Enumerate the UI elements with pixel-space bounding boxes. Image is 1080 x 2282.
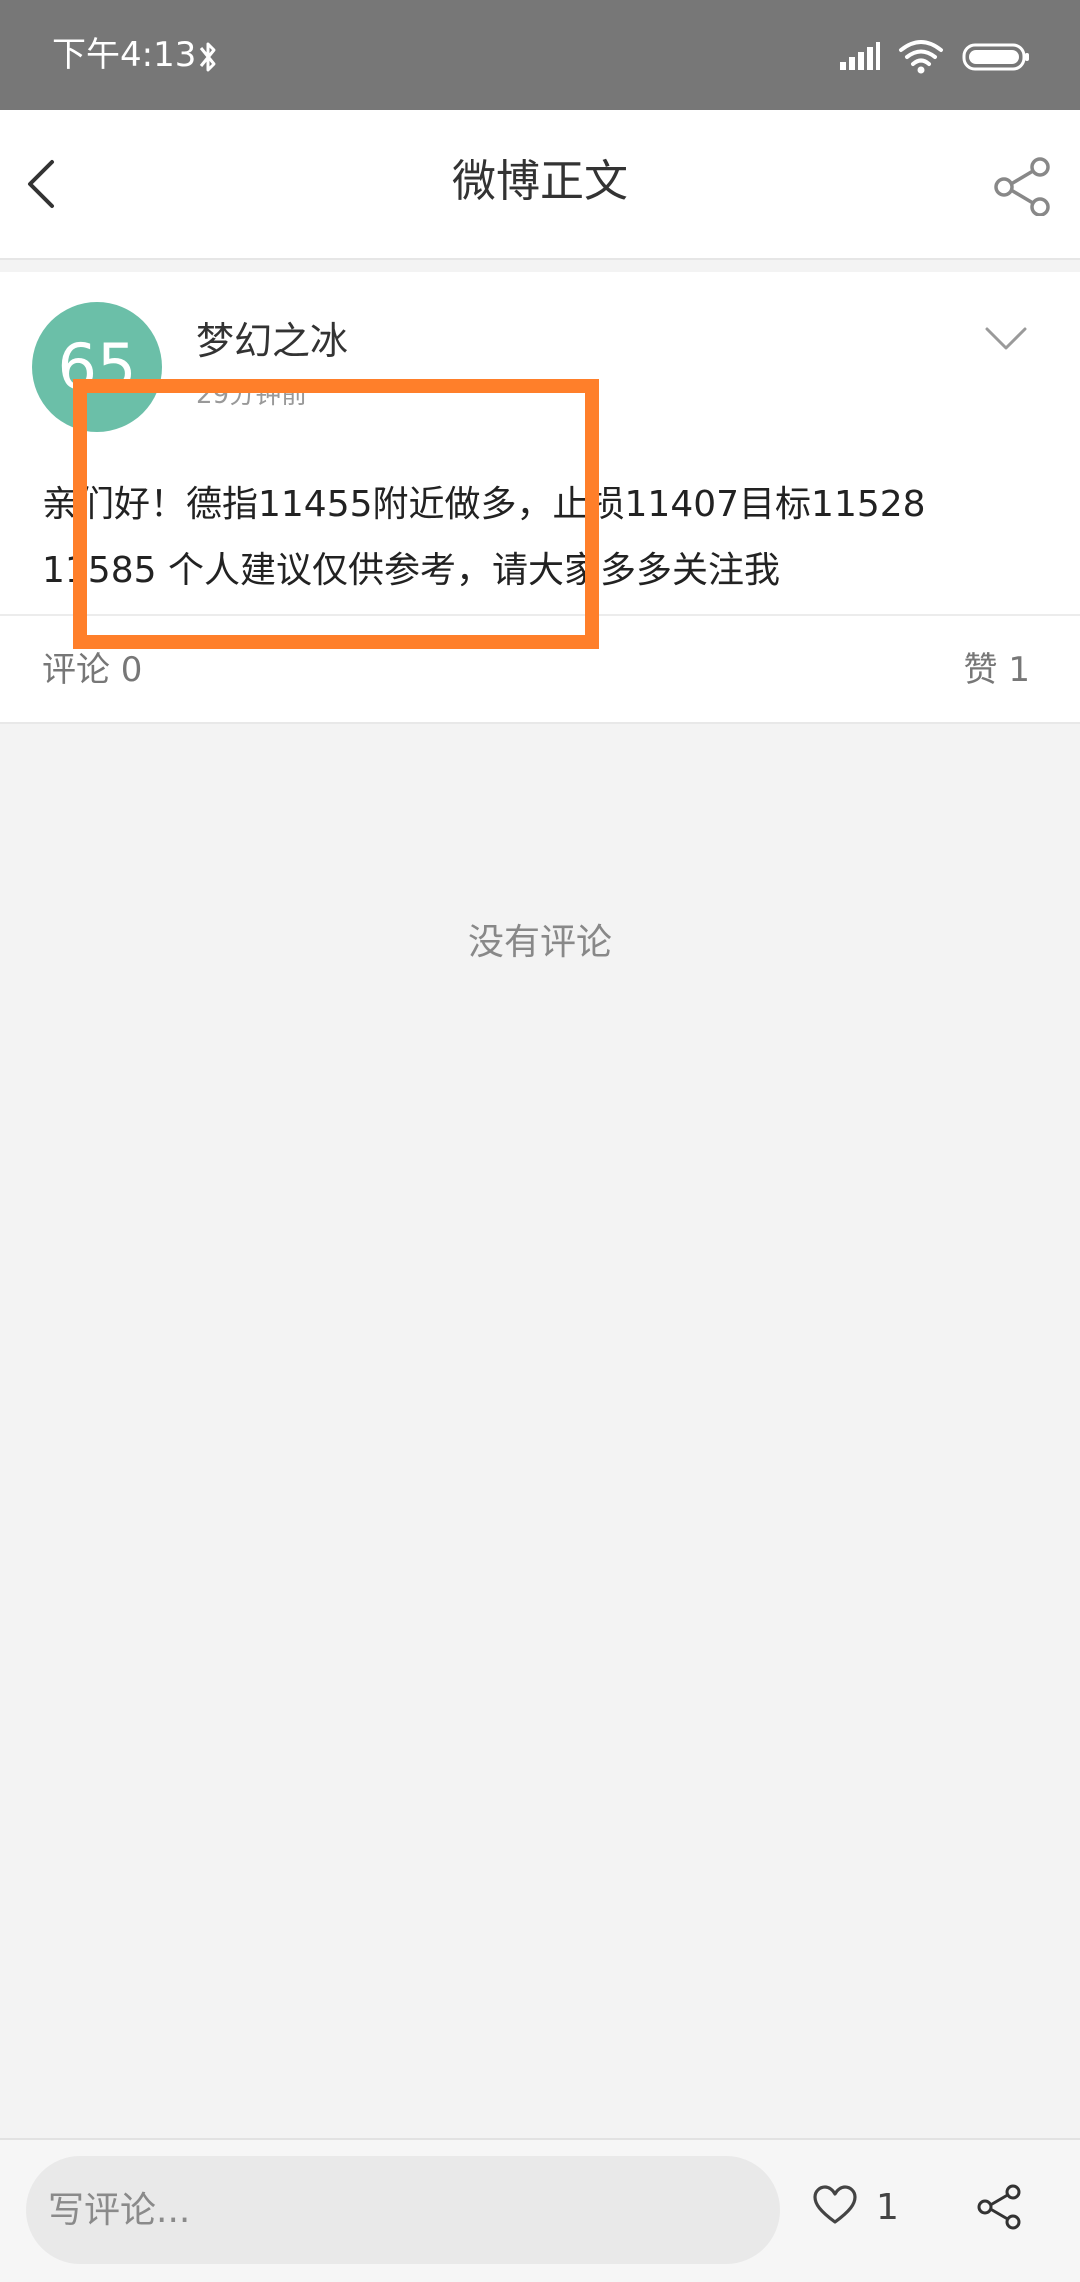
bottom-bar: 1 [0,2138,1080,2282]
post-time: 29分钟前 [196,380,308,410]
stats-bar: 评论 0 赞 1 [0,614,1080,724]
status-time: 下午4:13 [52,35,197,75]
signal-icon [840,42,880,74]
status-bar: 下午4:13 [0,0,1080,110]
comment-count[interactable]: 评论 0 [42,648,142,692]
battery-icon [962,43,1030,75]
bluetooth-icon [198,38,218,80]
wifi-icon [898,38,944,78]
comment-input[interactable] [26,2156,780,2264]
nav-bar: 微博正文 [0,110,1080,260]
post-content: 亲们好！德指11455附近做多，止损11407目标11528 11585 个人建… [42,484,926,591]
share-icon[interactable] [976,2184,1022,2234]
share-icon[interactable] [992,156,1052,217]
heart-icon [812,2184,858,2230]
avatar[interactable]: 65 [32,302,162,432]
chevron-down-icon[interactable] [984,324,1028,354]
like-count[interactable]: 赞 1 [964,648,1030,692]
page-title: 微博正文 [452,156,628,207]
empty-comments-message: 没有评论 [467,922,612,963]
like-button-count: 1 [876,2187,899,2228]
post-card: 65 梦幻之冰 29分钟前 亲们好！德指11455附近做多，止损11407目标1… [0,272,1080,620]
author-name[interactable]: 梦幻之冰 [196,316,348,366]
